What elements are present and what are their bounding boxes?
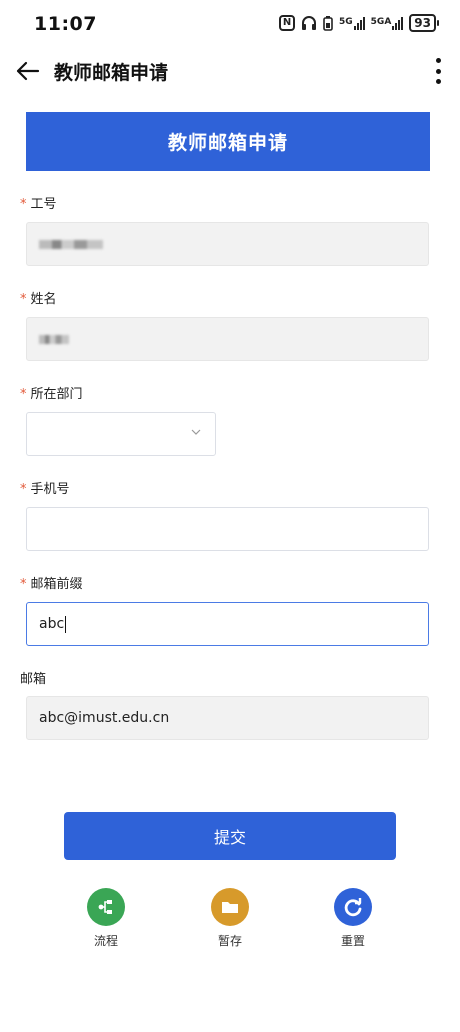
required-mark: * [20,292,27,307]
name-label-text: 姓名 [30,292,57,307]
employee-id-label: * 工号 [20,193,57,212]
folder-icon [211,888,249,926]
redacted-value [39,334,69,344]
battery-icon: 93 [409,14,439,32]
flow-icon [87,888,125,926]
status-icons: N 5G 5GA 93 [279,14,439,32]
nfc-icon: N [279,15,296,31]
required-mark: * [20,197,27,212]
department-select[interactable] [26,412,216,456]
phone-input[interactable] [26,507,429,551]
arrow-left-icon [16,61,40,81]
submit-label: 提交 [213,828,246,847]
signal-icon: 5G [339,16,365,30]
email-prefix-label: * 邮箱前缀 [20,573,83,592]
flow-label: 流程 [93,934,118,948]
banner-title: 教师邮箱申请 [167,132,288,154]
nav-bar: 教师邮箱申请 [0,48,460,96]
required-mark: * [20,387,27,402]
headphones-icon [302,16,317,30]
battery-level: 93 [414,16,431,30]
signal-label-2: 5GA [370,16,392,27]
page-title: 教师邮箱申请 [54,62,169,84]
flow-button[interactable]: 流程 [76,888,136,949]
form-banner: 教师邮箱申请 [26,112,430,171]
more-dot-icon [435,79,441,84]
submit-button[interactable]: 提交 [64,812,396,860]
employee-id-field [26,222,429,266]
status-time: 11:07 [34,13,97,35]
phone-label-text: 手机号 [30,482,70,497]
email-prefix-input[interactable]: abc [26,602,429,646]
more-dot-icon [435,68,441,74]
name-label: * 姓名 [20,288,57,307]
text-caret [65,615,67,633]
refresh-icon [334,888,372,926]
name-field [26,317,429,361]
email-prefix-value: abc [39,616,65,632]
signal-icon-2: 5GA [370,16,404,30]
department-label: * 所在部门 [20,383,83,402]
email-value: abc@imust.edu.cn [39,710,170,726]
redacted-value [39,239,103,249]
email-label-text: 邮箱 [20,672,47,687]
email-field: abc@imust.edu.cn [26,696,429,740]
department-label-text: 所在部门 [30,387,83,402]
phone-label: * 手机号 [20,478,70,497]
more-menu-button[interactable] [432,58,444,84]
back-button[interactable] [12,54,46,88]
employee-id-label-text: 工号 [30,197,57,212]
chevron-down-icon [191,429,201,435]
earbud-battery-icon [323,16,333,31]
required-mark: * [20,577,27,592]
reset-label: 重置 [340,934,365,948]
status-bar: 11:07 N 5G 5GA 93 [0,0,460,48]
reset-button[interactable]: 重置 [323,888,383,949]
save-draft-label: 暂存 [217,934,242,948]
email-label: 邮箱 [20,668,46,687]
required-mark: * [20,482,27,497]
save-draft-button[interactable]: 暂存 [200,888,260,949]
email-prefix-label-text: 邮箱前缀 [30,577,83,592]
more-dot-icon [435,58,441,63]
signal-label: 5G [339,16,353,27]
